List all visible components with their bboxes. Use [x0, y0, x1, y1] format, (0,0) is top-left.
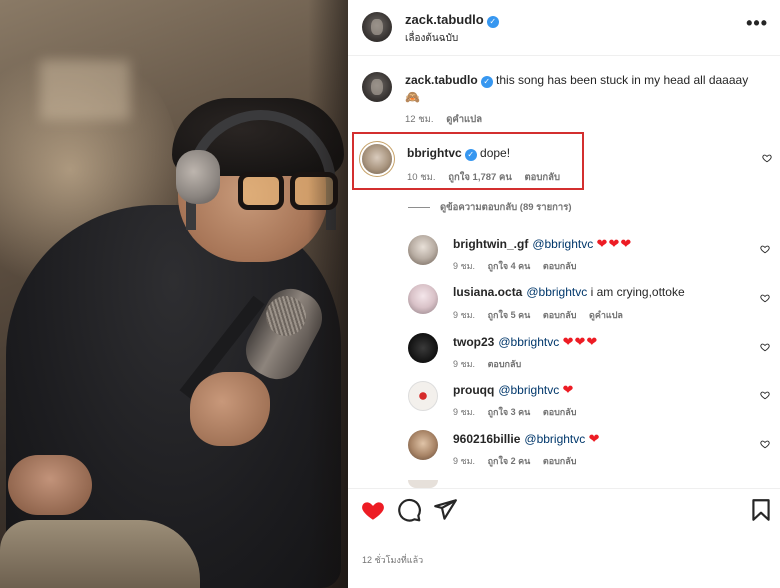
post-photo[interactable]	[0, 0, 348, 588]
highlighted-comment: bbrightvc ✓ dope!	[407, 145, 510, 162]
reply-username[interactable]: lusiana.octa	[453, 285, 522, 299]
photo-jeans	[0, 520, 200, 588]
view-replies-button[interactable]: ดูข้อความตอบกลับ (89 รายการ)	[408, 200, 572, 215]
reply-line: 960216billie @bbrightvc ❤	[453, 431, 601, 447]
reply-line: lusiana.octa @bbrightvc i am crying,ottok…	[453, 285, 685, 299]
reply-likes[interactable]: ถูกใจ 2 คน	[488, 456, 531, 466]
reply-meta: 9 ชม. ถูกใจ 2 คน ตอบกลับ	[453, 454, 586, 468]
reply-meta: 9 ชม. ถูกใจ 3 คน ตอบกลับ	[453, 405, 586, 419]
reply-avatar[interactable]	[408, 381, 438, 411]
send-icon[interactable]	[432, 497, 458, 523]
red-heart: ❤	[562, 382, 575, 397]
reply-username[interactable]: brightwin_.gf	[453, 237, 528, 251]
photo-light	[40, 60, 130, 120]
comment-meta: 10 ชม. ถูกใจ 1,787 คน ตอบกลับ	[407, 170, 570, 185]
reply-time[interactable]: 9 ชม.	[453, 407, 475, 417]
author-username-text[interactable]: zack.tabudlo	[405, 12, 484, 27]
reply-button[interactable]: ตอบกลับ	[488, 359, 522, 369]
red-hearts: ❤❤❤	[596, 236, 633, 251]
post-location[interactable]: เลื่องต้นฉบับ	[405, 31, 458, 46]
like-reply-heart-icon[interactable]	[760, 439, 770, 449]
comment-text: dope!	[480, 146, 511, 160]
reply-mention[interactable]: @bbrightvc	[526, 285, 587, 299]
like-comment-heart-icon[interactable]	[762, 153, 772, 163]
photo-shadow	[308, 0, 348, 588]
action-bar	[348, 488, 780, 528]
next-reply-avatar	[408, 480, 438, 488]
caption-username[interactable]: zack.tabudlo	[405, 73, 478, 87]
reply-likes[interactable]: ถูกใจ 3 คน	[488, 407, 531, 417]
red-hearts: ❤❤❤	[562, 334, 599, 349]
reply-item: twop23 @bbrightvc ❤❤❤ 9 ชม. ตอบกลับ	[408, 332, 780, 380]
reply-meta: 9 ชม. ตอบกลับ	[453, 357, 531, 371]
comment-icon[interactable]	[396, 497, 422, 523]
reply-avatar[interactable]	[408, 430, 438, 460]
reply-likes[interactable]: ถูกใจ 5 คน	[488, 310, 531, 320]
verified-badge-icon: ✓	[464, 149, 477, 161]
verified-badge-icon: ✓	[480, 76, 493, 88]
photo-glasses	[238, 172, 284, 210]
reply-avatar[interactable]	[408, 284, 438, 314]
reply-item: brightwin_.gf @bbrightvc ❤❤❤ 9 ชม. ถูกใจ …	[408, 234, 780, 282]
reply-avatar[interactable]	[408, 235, 438, 265]
comment-time[interactable]: 10 ชม.	[407, 172, 436, 183]
reply-item: 960216billie @bbrightvc ❤ 9 ชม. ถูกใจ 2 ค…	[408, 429, 780, 477]
reply-avatar[interactable]	[408, 333, 438, 363]
reply-username[interactable]: twop23	[453, 335, 494, 349]
reply-button[interactable]: ตอบกลับ	[524, 172, 560, 183]
photo-hand	[8, 455, 92, 515]
reply-time[interactable]: 9 ชม.	[453, 310, 475, 320]
photo-headphone-earcup	[176, 150, 220, 204]
reply-line: brightwin_.gf @bbrightvc ❤❤❤	[453, 236, 632, 252]
reply-username[interactable]: prouqq	[453, 383, 494, 397]
author-username[interactable]: zack.tabudlo ✓	[405, 12, 499, 28]
caption-meta: 12 ชม. ดูคำแปล	[405, 112, 492, 127]
reply-meta: 9 ชม. ถูกใจ 4 คน ตอบกลับ	[453, 259, 586, 273]
reply-username[interactable]: 960216billie	[453, 432, 520, 446]
reply-button[interactable]: ตอบกลับ	[543, 310, 577, 320]
reply-mention[interactable]: @bbrightvc	[498, 383, 559, 397]
heart-filled-icon[interactable]	[360, 497, 386, 523]
caption-avatar[interactable]	[362, 72, 392, 102]
verified-badge-icon: ✓	[486, 16, 499, 28]
reply-line: twop23 @bbrightvc ❤❤❤	[453, 334, 598, 350]
see-translation-button[interactable]: ดูคำแปล	[446, 114, 482, 125]
red-heart: ❤	[588, 431, 601, 446]
more-options-icon[interactable]: •••	[746, 14, 768, 32]
caption-emoji: 🙈	[405, 90, 420, 104]
commenter-avatar[interactable]	[362, 144, 392, 174]
reply-time[interactable]: 9 ชม.	[453, 359, 475, 369]
post-timestamp[interactable]: 12 ชั่วโมงที่แล้ว	[362, 553, 423, 567]
reply-line: prouqq @bbrightvc ❤	[453, 382, 574, 398]
caption-text: this song has been stuck in my head all …	[496, 73, 749, 87]
post-header: zack.tabudlo ✓ เลื่องต้นฉบับ •••	[348, 0, 780, 56]
reply-button[interactable]: ตอบกลับ	[543, 261, 577, 271]
reply-time[interactable]: 9 ชม.	[453, 456, 475, 466]
reply-button[interactable]: ตอบกลับ	[543, 407, 577, 417]
post-panel: zack.tabudlo ✓ เลื่องต้นฉบับ ••• zack.tab…	[348, 0, 780, 588]
bookmark-icon[interactable]	[748, 497, 774, 523]
reply-item: prouqq @bbrightvc ❤ 9 ชม. ถูกใจ 3 คน ตอบก…	[408, 380, 780, 428]
reply-button[interactable]: ตอบกลับ	[543, 456, 577, 466]
like-reply-heart-icon[interactable]	[760, 244, 770, 254]
reply-time[interactable]: 9 ชม.	[453, 261, 475, 271]
caption-time[interactable]: 12 ชม.	[405, 114, 434, 125]
like-reply-heart-icon[interactable]	[760, 293, 770, 303]
like-reply-heart-icon[interactable]	[760, 390, 770, 400]
comment-likes[interactable]: ถูกใจ 1,787 คน	[448, 172, 512, 183]
reply-meta: 9 ชม. ถูกใจ 5 คน ตอบกลับ ดูคำแปล	[453, 308, 633, 322]
reply-mention[interactable]: @bbrightvc	[532, 237, 593, 251]
see-translation-button[interactable]: ดูคำแปล	[589, 310, 623, 320]
reply-text: i am crying,ottoke	[590, 285, 685, 299]
reply-item: lusiana.octa @bbrightvc i am crying,ottok…	[408, 283, 780, 331]
reply-likes[interactable]: ถูกใจ 4 คน	[488, 261, 531, 271]
reply-mention[interactable]: @bbrightvc	[498, 335, 559, 349]
author-avatar[interactable]	[362, 12, 392, 42]
like-reply-heart-icon[interactable]	[760, 342, 770, 352]
caption: zack.tabudlo ✓ this song has been stuck i…	[405, 72, 765, 106]
reply-mention[interactable]: @bbrightvc	[524, 432, 585, 446]
commenter-username[interactable]: bbrightvc	[407, 146, 462, 160]
